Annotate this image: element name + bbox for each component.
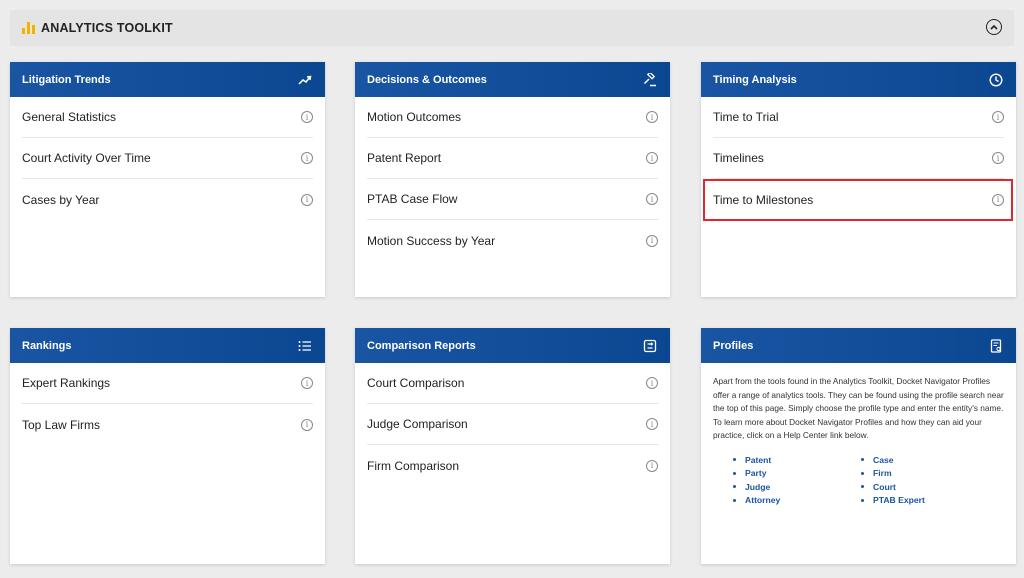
info-icon[interactable]: i	[646, 111, 658, 123]
profile-link-attorney[interactable]: Attorney	[733, 495, 861, 505]
clock-icon	[989, 72, 1003, 87]
profiles-description: Apart from the tools found in the Analyt…	[713, 376, 1004, 440]
info-icon[interactable]: i	[646, 234, 658, 247]
info-icon[interactable]: i	[646, 193, 658, 205]
item-label: Time to Milestones	[713, 192, 814, 207]
card-title: Decisions & Outcomes	[367, 73, 487, 86]
page-title: ANALYTICS TOOLKIT	[41, 21, 173, 35]
item-label: Motion Success by Year	[367, 233, 496, 248]
item-label: Top Law Firms	[22, 417, 101, 432]
compare-icon	[643, 339, 657, 353]
info-icon[interactable]: i	[301, 418, 313, 431]
decisions-outcomes-card: Decisions & Outcomes Motion Outcomes i Pa…	[355, 62, 670, 297]
item-label: Timelines	[713, 151, 764, 165]
list-icon	[298, 339, 312, 353]
card-title: Profiles	[713, 339, 754, 352]
profile-document-icon	[989, 338, 1003, 353]
tool-timelines[interactable]: Timelines i	[713, 138, 1004, 179]
card-title: Litigation Trends	[22, 73, 111, 86]
profile-link-patent[interactable]: Patent	[733, 455, 861, 465]
card-title: Timing Analysis	[713, 73, 797, 86]
litigation-trends-card: Litigation Trends General Statistics i Co…	[10, 62, 325, 297]
item-label: Judge Comparison	[367, 417, 468, 431]
info-icon[interactable]: i	[301, 152, 313, 164]
profile-link-judge[interactable]: Judge	[733, 482, 861, 492]
tool-motion-outcomes[interactable]: Motion Outcomes i	[367, 97, 658, 138]
info-icon[interactable]: i	[992, 193, 1004, 206]
item-label: Firm Comparison	[367, 458, 460, 473]
card-title: Comparison Reports	[367, 339, 476, 352]
gavel-icon	[643, 72, 657, 87]
tool-court-activity-over-time[interactable]: Court Activity Over Time i	[22, 138, 313, 179]
rankings-card: Rankings Expert Rankings i Top Law Firms i	[10, 328, 325, 564]
trend-up-icon	[298, 73, 312, 87]
tool-ptab-case-flow[interactable]: PTAB Case Flow i	[367, 179, 658, 220]
bar-chart-icon	[22, 22, 35, 34]
toolkit-header: ANALYTICS TOOLKIT	[10, 10, 1014, 46]
tool-motion-success-by-year[interactable]: Motion Success by Year i	[367, 220, 658, 261]
tool-time-to-milestones[interactable]: Time to Milestones i	[713, 179, 1004, 220]
item-label: Patent Report	[367, 151, 442, 165]
profile-link-case[interactable]: Case	[861, 455, 989, 465]
item-label: Court Activity Over Time	[22, 151, 151, 165]
info-icon[interactable]: i	[646, 418, 658, 430]
profile-link-ptab-expert[interactable]: PTAB Expert	[861, 495, 989, 505]
collapse-toggle-button[interactable]	[986, 19, 1002, 35]
card-title: Rankings	[22, 339, 72, 352]
comparison-reports-card: Comparison Reports Court Comparison i Jud…	[355, 328, 670, 564]
info-icon[interactable]: i	[301, 193, 313, 206]
item-label: General Statistics	[22, 110, 117, 124]
tool-patent-report[interactable]: Patent Report i	[367, 138, 658, 179]
tool-court-comparison[interactable]: Court Comparison i	[367, 363, 658, 404]
timing-analysis-card: Timing Analysis Time to Trial i Timelines…	[701, 62, 1016, 297]
card-header: Rankings	[10, 328, 325, 363]
tool-expert-rankings[interactable]: Expert Rankings i	[22, 363, 313, 404]
card-header: Profiles	[701, 328, 1016, 363]
card-header: Litigation Trends	[10, 62, 325, 97]
item-label: Motion Outcomes	[367, 110, 462, 124]
tool-general-statistics[interactable]: General Statistics i	[22, 97, 313, 138]
tool-top-law-firms[interactable]: Top Law Firms i	[22, 404, 313, 445]
tool-firm-comparison[interactable]: Firm Comparison i	[367, 445, 658, 486]
chevron-up-icon	[990, 24, 998, 30]
info-icon[interactable]: i	[992, 152, 1004, 164]
profile-link-firm[interactable]: Firm	[861, 468, 989, 478]
tool-judge-comparison[interactable]: Judge Comparison i	[367, 404, 658, 445]
item-label: Court Comparison	[367, 376, 465, 390]
info-icon[interactable]: i	[301, 377, 313, 389]
item-label: Time to Trial	[713, 110, 779, 124]
item-label: PTAB Case Flow	[367, 192, 458, 206]
info-icon[interactable]: i	[301, 111, 313, 123]
card-header: Decisions & Outcomes	[355, 62, 670, 97]
item-label: Expert Rankings	[22, 376, 111, 390]
info-icon[interactable]: i	[992, 111, 1004, 123]
profile-links: Patent Case Party Firm Judge Court Attor…	[701, 443, 1016, 506]
profiles-card: Profiles Apart from the tools found in t…	[701, 328, 1016, 564]
profile-link-court[interactable]: Court	[861, 482, 989, 492]
info-icon[interactable]: i	[646, 459, 658, 472]
info-icon[interactable]: i	[646, 152, 658, 164]
tool-time-to-trial[interactable]: Time to Trial i	[713, 97, 1004, 138]
tool-cases-by-year[interactable]: Cases by Year i	[22, 179, 313, 220]
item-label: Cases by Year	[22, 192, 100, 207]
profile-link-party[interactable]: Party	[733, 468, 861, 478]
card-header: Comparison Reports	[355, 328, 670, 363]
info-icon[interactable]: i	[646, 377, 658, 389]
card-header: Timing Analysis	[701, 62, 1016, 97]
